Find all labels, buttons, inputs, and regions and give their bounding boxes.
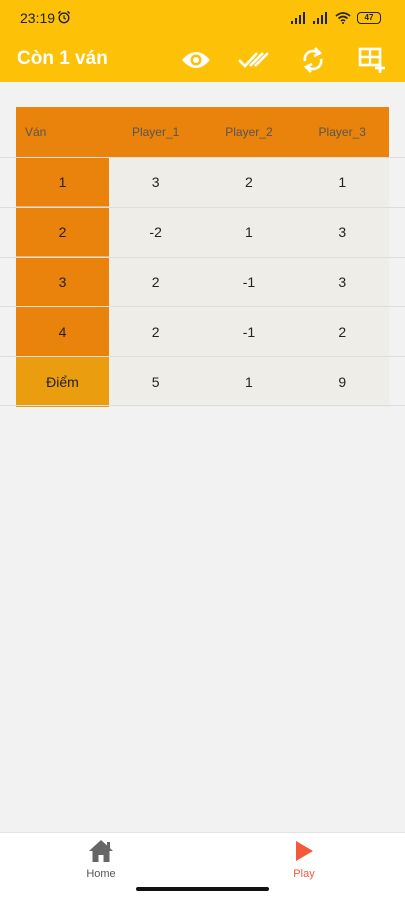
round-label: 2: [16, 207, 109, 257]
battery-indicator: 47: [357, 12, 381, 24]
nav-label-play: Play: [293, 868, 315, 880]
add-table-button[interactable]: [356, 44, 388, 76]
home-indicator: [136, 887, 269, 891]
nav-item-play[interactable]: Play: [244, 839, 364, 889]
round-label: 4: [16, 307, 109, 357]
score-cell[interactable]: -2: [109, 207, 203, 257]
score-cell[interactable]: 1: [202, 207, 296, 257]
wifi-icon: [335, 12, 351, 24]
score-cell[interactable]: 2: [109, 257, 203, 307]
round-label: 3: [16, 257, 109, 307]
score-cell[interactable]: -1: [202, 257, 296, 307]
app-bar: Còn 1 ván: [0, 38, 405, 82]
cell-signal-icon: [291, 12, 305, 24]
score-cell[interactable]: 2: [295, 307, 389, 357]
score-cell[interactable]: 2: [202, 157, 296, 207]
row-divider: [0, 157, 405, 158]
table-row[interactable]: 2 -2 1 3: [16, 207, 389, 257]
table-row[interactable]: 4 2 -1 2: [16, 307, 389, 357]
play-icon: [296, 841, 313, 861]
eye-icon: [182, 52, 210, 68]
score-cell[interactable]: 3: [295, 207, 389, 257]
header-player-2: Player_2: [225, 125, 273, 139]
row-divider: [0, 405, 405, 406]
table-row[interactable]: 1 3 2 1: [16, 157, 389, 207]
row-divider: [0, 356, 405, 357]
add-table-icon: [358, 47, 385, 73]
total-cell: 1: [202, 357, 296, 407]
home-icon: [89, 840, 113, 862]
round-label: 1: [16, 157, 109, 207]
refresh-button[interactable]: [297, 44, 329, 76]
header-round: Ván: [25, 125, 47, 139]
cell-signal-icon: [313, 12, 327, 24]
row-divider: [0, 207, 405, 208]
row-divider: [0, 257, 405, 258]
row-divider: [0, 306, 405, 307]
header-player-3: Player_3: [318, 125, 366, 139]
table-row[interactable]: 3 2 -1 3: [16, 257, 389, 307]
score-cell[interactable]: -1: [202, 307, 296, 357]
total-cell: 9: [295, 357, 389, 407]
refresh-icon: [303, 47, 323, 73]
double-check-icon: [238, 52, 269, 68]
total-row: Điểm 5 1 9: [16, 357, 389, 407]
total-label: Điểm: [16, 357, 109, 407]
total-cell: 5: [109, 357, 203, 407]
check-all-button[interactable]: [238, 44, 270, 76]
table-header-row: Ván Player_1 Player_2 Player_3: [16, 107, 389, 157]
score-cell[interactable]: 3: [109, 157, 203, 207]
nav-label-home: Home: [86, 868, 116, 880]
nav-item-home[interactable]: Home: [41, 839, 161, 889]
eye-button[interactable]: [180, 44, 212, 76]
status-time: 23:19: [20, 10, 56, 26]
score-cell[interactable]: 1: [295, 157, 389, 207]
page-title: Còn 1 ván: [17, 48, 108, 69]
alarm-clock-icon: [57, 10, 71, 24]
status-icons: 47: [291, 10, 381, 26]
header-player-1: Player_1: [131, 125, 180, 139]
status-bar: 23:19 47: [0, 0, 405, 38]
score-cell[interactable]: 2: [109, 307, 203, 357]
score-cell[interactable]: 3: [295, 257, 389, 307]
